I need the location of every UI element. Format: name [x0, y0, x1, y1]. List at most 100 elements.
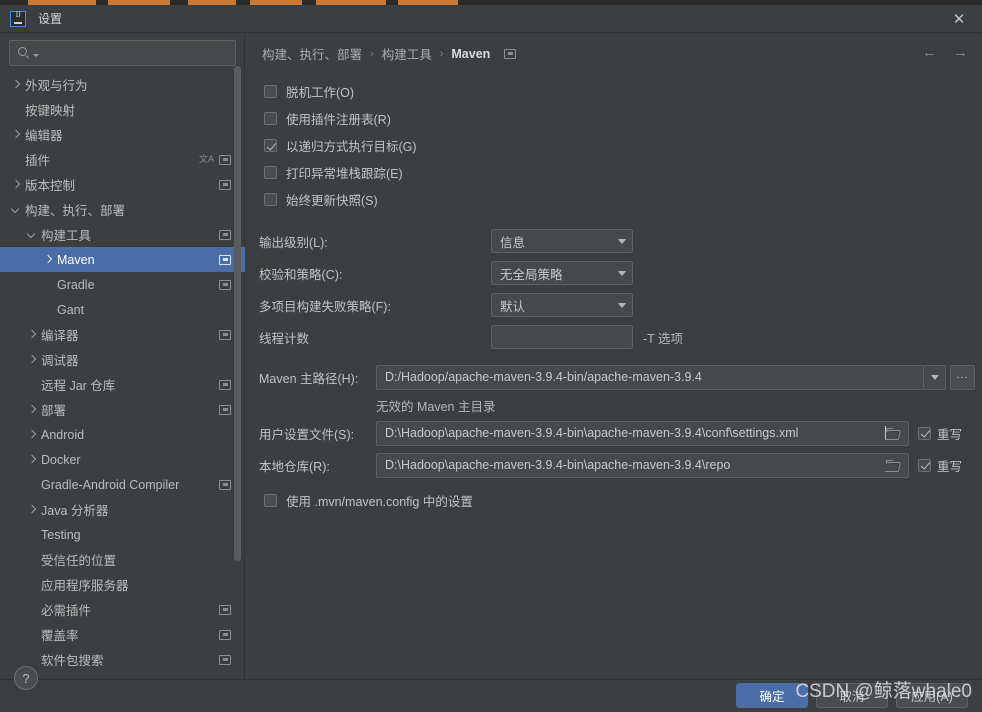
- sidebar-item-badges: [219, 179, 231, 190]
- breadcrumb-item-1[interactable]: 构建工具: [382, 44, 432, 63]
- sidebar-item-6[interactable]: 构建工具: [0, 222, 245, 247]
- sidebar-item-21[interactable]: 必需插件: [0, 597, 245, 622]
- thread-count-label: 线程计数: [259, 331, 310, 346]
- sidebar-item-16[interactable]: Gradle-Android Compiler: [0, 472, 245, 497]
- maven-option-row-1[interactable]: 使用插件注册表(R): [246, 105, 982, 132]
- maven-option-row-4[interactable]: 始终更新快照(S): [246, 186, 982, 213]
- sidebar-item-7[interactable]: Maven: [0, 247, 245, 272]
- maven-option-row-0[interactable]: 脱机工作(O): [246, 78, 982, 105]
- folder-icon[interactable]: [886, 427, 900, 439]
- breadcrumb-item-0[interactable]: 构建、执行、部署: [262, 44, 362, 63]
- folder-icon[interactable]: [886, 459, 900, 471]
- maven-option-label-2: 以递归方式执行目标(G): [286, 140, 417, 154]
- chevron-right-icon[interactable]: [26, 404, 37, 415]
- thread-count-input[interactable]: [491, 325, 633, 349]
- mvn-config-row[interactable]: 使用 .mvn/maven.config 中的设置: [246, 487, 982, 514]
- sidebar-item-5[interactable]: 构建、执行、部署: [0, 197, 245, 222]
- ok-button[interactable]: 确定: [736, 683, 808, 708]
- cancel-button[interactable]: 取消: [816, 683, 888, 708]
- mvn-config-checkbox[interactable]: [264, 494, 277, 507]
- chevron-right-icon[interactable]: [26, 504, 37, 515]
- sidebar-item-13[interactable]: 部署: [0, 397, 245, 422]
- sidebar-item-label: 受信任的位置: [41, 554, 117, 568]
- sidebar-item-19[interactable]: 受信任的位置: [0, 547, 245, 572]
- sidebar-item-18[interactable]: Testing: [0, 522, 245, 547]
- sidebar-item-12[interactable]: 远程 Jar 仓库: [0, 372, 245, 397]
- maven-combo-row-2: 多项目构建失败策略(F): 默认: [246, 289, 982, 321]
- sidebar-item-20[interactable]: 应用程序服务器: [0, 572, 245, 597]
- dialog-footer: ? 确定 取消 应用(A) CSDN @鲸落whale0: [0, 666, 982, 712]
- chevron-right-icon[interactable]: [10, 129, 21, 140]
- chevron-down-icon: [33, 53, 39, 57]
- sidebar-item-3[interactable]: 插件 文A: [0, 147, 245, 172]
- maven-option-checkbox-3[interactable]: [264, 166, 277, 179]
- sidebar-item-2[interactable]: 编辑器: [0, 122, 245, 147]
- chevron-right-icon[interactable]: [26, 429, 37, 440]
- sidebar-item-14[interactable]: Android: [0, 422, 245, 447]
- apply-button[interactable]: 应用(A): [896, 683, 968, 708]
- sidebar-item-label: Docker: [41, 452, 81, 467]
- chevron-right-icon[interactable]: [26, 329, 37, 340]
- chevron-right-icon[interactable]: [26, 454, 37, 465]
- maven-combo-select-1[interactable]: 无全局策略: [491, 261, 633, 285]
- window-title: 设置: [38, 12, 63, 26]
- sidebar-item-11[interactable]: 调试器: [0, 347, 245, 372]
- maven-home-browse-button[interactable]: ...: [950, 364, 975, 390]
- sidebar-item-badges: [219, 229, 231, 240]
- chevron-right-icon[interactable]: [10, 79, 21, 90]
- sidebar-item-4[interactable]: 版本控制: [0, 172, 245, 197]
- local-repo-override-checkbox[interactable]: [918, 458, 931, 472]
- sidebar-item-10[interactable]: 编译器: [0, 322, 245, 347]
- maven-combo-value-1: 无全局策略: [500, 267, 563, 282]
- sidebar-item-17[interactable]: Java 分析器: [0, 497, 245, 522]
- user-settings-input[interactable]: D:\Hadoop\apache-maven-3.9.4-bin\apache-…: [376, 420, 909, 446]
- close-icon[interactable]: ✕: [936, 5, 982, 33]
- settings-sync-icon: [219, 329, 231, 340]
- help-button[interactable]: ?: [14, 666, 38, 690]
- maven-home-dropdown-button[interactable]: [924, 364, 946, 390]
- user-settings-override-checkbox[interactable]: [918, 426, 931, 440]
- settings-tree[interactable]: 外观与行为 按键映射 编辑器 插件 文A 版本控制 构建、执行、部署 构建工具 Maven Gra…: [0, 72, 245, 679]
- sidebar-item-23[interactable]: 软件包搜索: [0, 647, 245, 672]
- local-repo-override[interactable]: 重写: [918, 456, 962, 475]
- maven-option-checkbox-2[interactable]: [264, 139, 277, 152]
- settings-sync-icon: [219, 479, 231, 490]
- maven-option-checkbox-0[interactable]: [264, 85, 277, 98]
- maven-combo-select-0[interactable]: 信息: [491, 229, 633, 253]
- maven-option-checkbox-4[interactable]: [264, 193, 277, 206]
- maven-home-input[interactable]: D:/Hadoop/apache-maven-3.9.4-bin/apache-…: [376, 364, 924, 390]
- chevron-right-icon[interactable]: [42, 254, 53, 265]
- sidebar-item-0[interactable]: 外观与行为: [0, 72, 245, 97]
- sidebar-item-15[interactable]: Docker: [0, 447, 245, 472]
- maven-option-row-3[interactable]: 打印异常堆栈跟踪(E): [246, 159, 982, 186]
- chevron-right-icon[interactable]: [26, 354, 37, 365]
- maven-option-row-2[interactable]: 以递归方式执行目标(G): [246, 132, 982, 159]
- maven-combo-select-2[interactable]: 默认: [491, 293, 633, 317]
- forward-arrow-icon[interactable]: →: [953, 44, 968, 61]
- chevron-down-icon[interactable]: [26, 229, 37, 240]
- sidebar-scrollbar[interactable]: [234, 66, 241, 561]
- maven-combo-value-2: 默认: [500, 299, 526, 314]
- back-arrow-icon[interactable]: ←: [922, 44, 937, 61]
- user-settings-override[interactable]: 重写: [918, 424, 962, 443]
- maven-option-checkbox-1[interactable]: [264, 112, 277, 125]
- search-input[interactable]: [9, 40, 236, 66]
- local-repo-input[interactable]: D:\Hadoop\apache-maven-3.9.4-bin\apache-…: [376, 452, 909, 478]
- settings-sync-icon: [219, 254, 231, 265]
- sidebar-item-9[interactable]: Gant: [0, 297, 245, 322]
- sidebar-item-8[interactable]: Gradle: [0, 272, 245, 297]
- chevron-right-icon[interactable]: [10, 179, 21, 190]
- maven-combo-value-0: 信息: [500, 235, 526, 250]
- chevron-down-icon[interactable]: [10, 204, 21, 215]
- sidebar-item-label: 构建、执行、部署: [25, 204, 126, 218]
- breadcrumb-item-2[interactable]: Maven: [451, 47, 490, 61]
- maven-option-label-1: 使用插件注册表(R): [286, 113, 391, 127]
- sidebar-item-1[interactable]: 按键映射: [0, 97, 245, 122]
- settings-sync-icon: [219, 179, 231, 190]
- sidebar-item-badges: [219, 329, 231, 340]
- breadcrumb-separator: ›: [370, 47, 374, 60]
- sidebar-item-22[interactable]: 覆盖率: [0, 622, 245, 647]
